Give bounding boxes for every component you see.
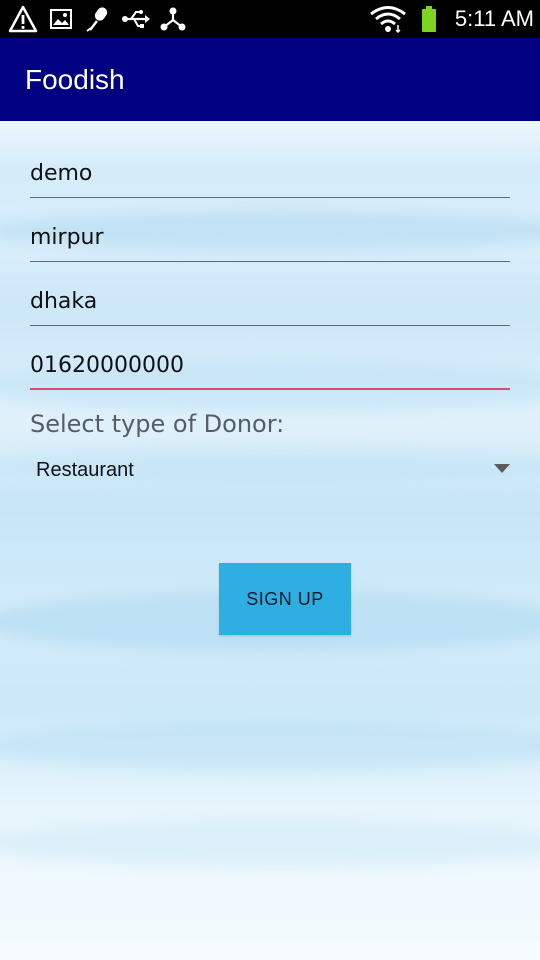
city-field[interactable] <box>30 278 510 326</box>
battery-icon <box>420 5 438 33</box>
app-bar: Foodish <box>0 38 540 121</box>
usb-icon <box>120 5 152 33</box>
image-icon <box>48 5 74 33</box>
signup-button[interactable]: SIGN UP <box>219 563 351 635</box>
microphone-icon <box>84 5 112 33</box>
status-bar: 5:11 AM <box>0 0 540 38</box>
donor-type-selected: Restaurant <box>36 459 134 481</box>
status-time: 5:11 AM <box>454 6 534 31</box>
app-title: Foodish <box>25 64 125 95</box>
share-icon <box>158 5 188 33</box>
dropdown-arrow-icon <box>494 464 510 473</box>
donor-type-dropdown[interactable]: Restaurant <box>30 448 514 492</box>
name-field[interactable] <box>30 150 510 198</box>
donor-type-label: Select type of Donor: <box>30 410 285 438</box>
area-field[interactable] <box>30 214 510 262</box>
warning-icon <box>7 5 39 33</box>
background-streak <box>0 721 540 771</box>
phone-field[interactable] <box>30 342 510 390</box>
background-streak <box>0 821 540 866</box>
wifi-icon <box>368 5 408 33</box>
